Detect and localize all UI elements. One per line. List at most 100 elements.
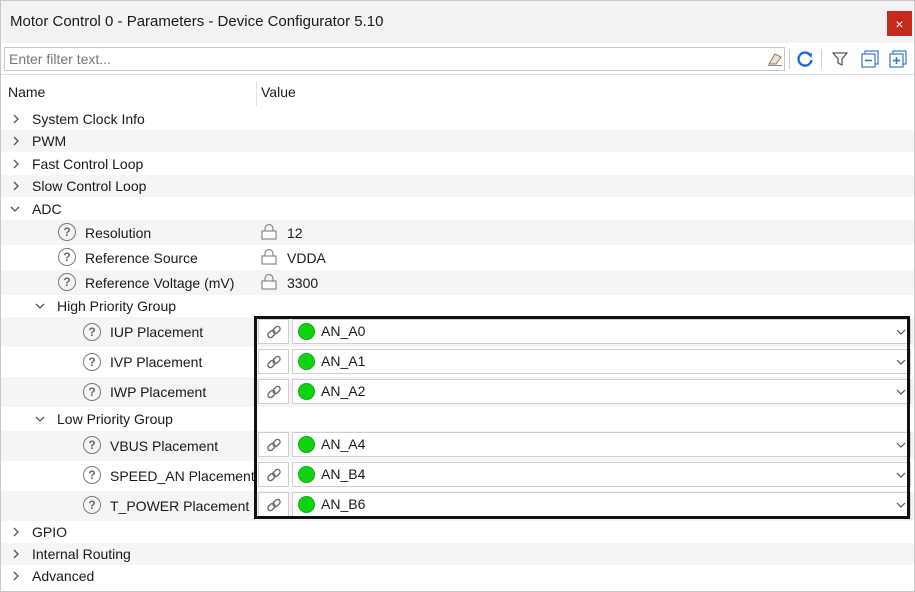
filter-input[interactable] [4,47,785,71]
filter-icon[interactable] [828,48,852,70]
chevron-right-icon[interactable] [11,114,21,124]
chevron-down-icon[interactable] [35,414,45,424]
name-column-header[interactable]: Name [8,84,45,100]
select-value: AN_A0 [321,323,366,339]
param-row-iwp[interactable]: ? IWP Placement AN_A2 [1,377,914,407]
placement-select[interactable]: AN_B4 [292,462,911,487]
tree-label: ADC [32,201,62,217]
param-value: 3300 [287,275,319,291]
placement-select[interactable]: AN_A2 [292,379,911,404]
chevron-down-icon[interactable] [10,204,20,214]
param-row-speed-an[interactable]: ? SPEED_AN Placement AN_B4 [1,461,914,491]
help-icon[interactable]: ? [83,496,101,514]
close-icon: × [895,15,904,32]
close-button[interactable]: × [887,11,912,36]
param-label: T_POWER Placement [110,498,250,514]
param-label: IUP Placement [110,324,204,340]
status-ok-icon [298,496,315,513]
status-ok-icon [298,353,315,370]
tree-row-fast-loop[interactable]: Fast Control Loop [1,152,914,175]
chevron-down-icon [896,359,906,365]
chevron-down-icon [896,442,906,448]
tree-row-system-clock[interactable]: System Clock Info [1,108,914,130]
tree-row-advanced[interactable]: Advanced [1,565,914,587]
help-icon[interactable]: ? [58,248,76,266]
chevron-right-icon[interactable] [11,181,21,191]
collapse-all-icon[interactable] [858,48,882,70]
param-row-ivp[interactable]: ? IVP Placement AN_A1 [1,347,914,377]
link-icon [266,468,281,481]
tree-row-adc[interactable]: ADC [1,197,914,220]
lock-icon [261,274,277,290]
link-button[interactable] [258,492,289,517]
column-header: Name Value [1,78,914,108]
select-value: AN_A1 [321,353,366,369]
tree-label: Internal Routing [32,546,131,562]
tree-row-internal-routing[interactable]: Internal Routing [1,543,914,565]
tree-row-gpio[interactable]: GPIO [1,521,914,543]
link-button[interactable] [258,462,289,487]
link-icon [266,498,281,511]
placement-select[interactable]: AN_A0 [292,319,911,344]
chevron-right-icon[interactable] [11,571,21,581]
help-icon[interactable]: ? [83,353,101,371]
param-row-iup[interactable]: ? IUP Placement AN_A0 [1,317,914,347]
tree-label: GPIO [32,524,68,540]
tree-row-pwm[interactable]: PWM [1,130,914,152]
select-value: AN_B6 [321,496,366,512]
help-icon[interactable]: ? [83,466,101,484]
value-column-header[interactable]: Value [261,84,296,100]
refresh-icon[interactable] [793,48,817,70]
tree-label: System Clock Info [32,111,145,127]
placement-select[interactable]: AN_A4 [292,432,911,457]
link-icon [266,438,281,451]
help-icon[interactable]: ? [58,273,76,291]
link-icon [266,355,281,368]
tree-row-low-priority-group[interactable]: Low Priority Group [1,407,914,431]
param-row-reference-voltage[interactable]: ? Reference Voltage (mV) 3300 [1,270,914,295]
link-button[interactable] [258,379,289,404]
link-button[interactable] [258,432,289,457]
param-label: IVP Placement [110,354,203,370]
link-icon [266,325,281,338]
param-value: VDDA [287,250,326,266]
link-button[interactable] [258,349,289,374]
param-row-t-power[interactable]: ? T_POWER Placement AN_B6 [1,491,914,521]
eraser-icon[interactable] [763,48,787,70]
help-icon[interactable]: ? [58,223,76,241]
window-title: Motor Control 0 - Parameters - Device Co… [10,13,384,30]
select-value: AN_B4 [321,466,366,482]
select-value: AN_A2 [321,383,366,399]
tree-label: Low Priority Group [57,411,173,427]
chevron-right-icon[interactable] [11,527,21,537]
expand-all-icon[interactable] [886,48,910,70]
link-icon [266,385,281,398]
status-ok-icon [298,383,315,400]
chevron-down-icon [896,472,906,478]
status-ok-icon [298,323,315,340]
chevron-down-icon [896,329,906,335]
placement-select[interactable]: AN_A1 [292,349,911,374]
tree-label: Advanced [32,568,95,584]
param-label: Reference Voltage (mV) [85,275,235,291]
chevron-right-icon[interactable] [11,549,21,559]
param-row-resolution[interactable]: ? Resolution 12 [1,220,914,245]
tree-row-slow-loop[interactable]: Slow Control Loop [1,175,914,197]
param-row-vbus[interactable]: ? VBUS Placement AN_A4 [1,431,914,461]
help-icon[interactable]: ? [83,436,101,454]
chevron-right-icon[interactable] [11,136,21,146]
param-row-reference-source[interactable]: ? Reference Source VDDA [1,245,914,270]
link-button[interactable] [258,319,289,344]
help-icon[interactable]: ? [83,383,101,401]
param-label: VBUS Placement [110,438,219,454]
chevron-right-icon[interactable] [11,159,21,169]
lock-icon [261,249,277,265]
help-icon[interactable]: ? [83,323,101,341]
param-label: Reference Source [85,250,198,266]
placement-select[interactable]: AN_B6 [292,492,911,517]
chevron-down-icon[interactable] [35,301,45,311]
tree-label: Fast Control Loop [32,156,144,172]
filter-bar [1,44,914,75]
status-ok-icon [298,436,315,453]
tree-row-high-priority-group[interactable]: High Priority Group [1,295,914,317]
